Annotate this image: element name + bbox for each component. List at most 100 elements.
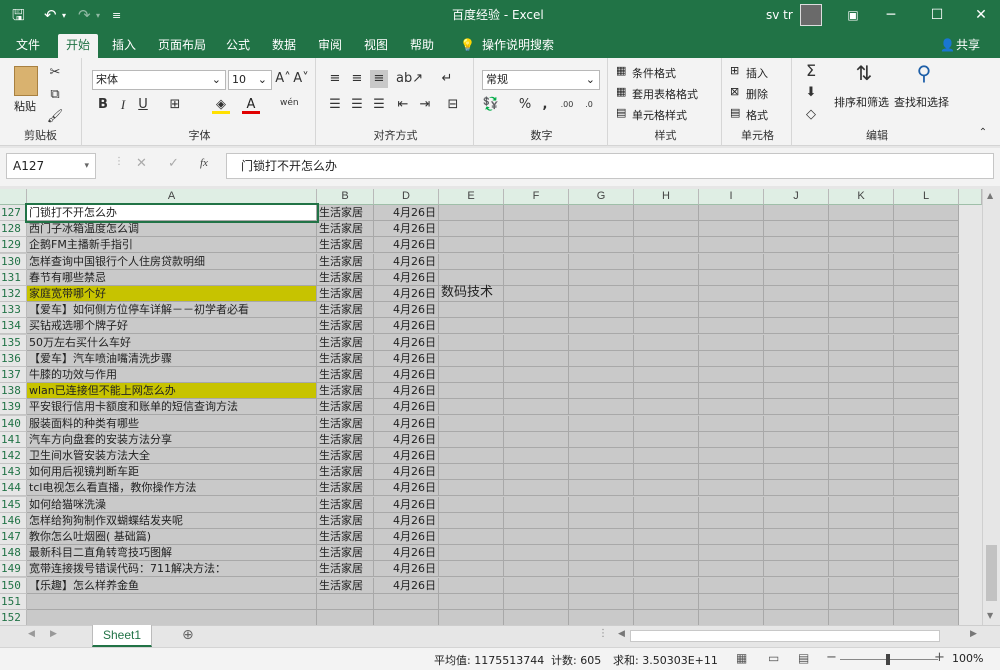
table-cell[interactable] bbox=[439, 529, 504, 545]
table-cell[interactable] bbox=[569, 383, 634, 400]
table-cell[interactable] bbox=[699, 334, 764, 351]
table-cell[interactable] bbox=[829, 431, 894, 448]
zoom-slider-thumb[interactable] bbox=[886, 654, 890, 665]
row-header[interactable]: 132 bbox=[0, 286, 27, 302]
row-header[interactable]: 144 bbox=[0, 480, 27, 497]
table-cell[interactable]: 最新科目二直角转弯技巧图解 bbox=[27, 545, 317, 562]
table-cell[interactable] bbox=[504, 415, 569, 432]
align-left-icon[interactable]: ☰ bbox=[326, 96, 344, 114]
conditional-format-icon[interactable]: ▦ bbox=[616, 64, 626, 77]
comma-icon[interactable]: , bbox=[536, 96, 554, 114]
row-header[interactable]: 135 bbox=[0, 334, 27, 351]
table-cell[interactable] bbox=[569, 593, 634, 610]
row-header[interactable]: 137 bbox=[0, 367, 27, 383]
table-cell[interactable]: 4月26日 bbox=[374, 529, 439, 545]
table-cell[interactable] bbox=[634, 269, 699, 286]
table-cell[interactable] bbox=[699, 205, 764, 221]
table-cell[interactable] bbox=[439, 610, 504, 625]
table-cell[interactable] bbox=[894, 269, 959, 286]
table-cell[interactable] bbox=[504, 367, 569, 383]
table-cell[interactable] bbox=[829, 334, 894, 351]
table-cell[interactable] bbox=[894, 350, 959, 367]
table-cell[interactable]: 生活家居 bbox=[317, 237, 374, 254]
table-cell[interactable] bbox=[699, 269, 764, 286]
table-cell[interactable] bbox=[764, 610, 829, 625]
table-cell[interactable] bbox=[894, 221, 959, 238]
table-cell[interactable] bbox=[569, 399, 634, 416]
sort-filter-icon[interactable]: ⇅ bbox=[850, 63, 878, 92]
row-header[interactable]: 140 bbox=[0, 415, 27, 432]
avatar[interactable] bbox=[800, 4, 822, 26]
cell-styles-icon[interactable]: ▤ bbox=[616, 106, 626, 119]
table-cell[interactable] bbox=[504, 464, 569, 481]
table-cell[interactable] bbox=[894, 334, 959, 351]
table-cell[interactable] bbox=[634, 350, 699, 367]
row-header[interactable]: 148 bbox=[0, 545, 27, 562]
table-cell[interactable] bbox=[764, 496, 829, 513]
table-cell[interactable] bbox=[634, 415, 699, 432]
row-header[interactable]: 133 bbox=[0, 302, 27, 319]
font-color-icon[interactable]: A bbox=[242, 96, 260, 114]
vertical-scroll-thumb[interactable] bbox=[986, 545, 997, 601]
table-cell[interactable]: 生活家居 bbox=[317, 577, 374, 594]
table-cell[interactable]: 宽带连接拨号错误代码：711解决方法： bbox=[27, 561, 317, 578]
redo-icon[interactable]: ↷ bbox=[78, 0, 91, 31]
format-table-button[interactable]: 套用表格格式 bbox=[632, 86, 698, 102]
table-cell[interactable] bbox=[634, 464, 699, 481]
table-cell[interactable] bbox=[634, 237, 699, 254]
table-cell[interactable]: 生活家居 bbox=[317, 529, 374, 545]
table-cell[interactable]: 门锁打不开怎么办 bbox=[25, 203, 319, 223]
table-cell[interactable]: 生活家居 bbox=[317, 367, 374, 383]
table-cell[interactable] bbox=[764, 286, 829, 302]
table-cell[interactable] bbox=[569, 350, 634, 367]
table-cell[interactable] bbox=[504, 561, 569, 578]
row-header[interactable]: 143 bbox=[0, 464, 27, 481]
bold-button[interactable]: B bbox=[94, 96, 112, 114]
table-cell[interactable]: 生活家居 bbox=[317, 464, 374, 481]
format-cells-icon[interactable]: ▤ bbox=[730, 106, 740, 119]
name-box[interactable]: A127 ▾ bbox=[6, 153, 96, 179]
table-cell[interactable] bbox=[699, 480, 764, 497]
table-cell[interactable] bbox=[894, 205, 959, 221]
table-cell[interactable]: 4月26日 bbox=[374, 561, 439, 578]
table-cell[interactable]: 生活家居 bbox=[317, 350, 374, 367]
table-cell[interactable] bbox=[439, 593, 504, 610]
table-cell[interactable]: 牛膝的功效与作用 bbox=[27, 367, 317, 383]
table-cell[interactable] bbox=[764, 221, 829, 238]
table-cell[interactable] bbox=[439, 399, 504, 416]
table-cell[interactable]: 教你怎么吐烟圈( 基础篇) bbox=[27, 529, 317, 545]
table-cell[interactable] bbox=[504, 610, 569, 625]
conditional-format-button[interactable]: 条件格式 bbox=[632, 65, 676, 81]
table-cell[interactable] bbox=[569, 253, 634, 270]
table-cell[interactable] bbox=[439, 302, 504, 319]
table-cell[interactable] bbox=[829, 269, 894, 286]
table-cell[interactable]: 买钻戒选哪个牌子好 bbox=[27, 318, 317, 335]
table-cell[interactable] bbox=[699, 448, 764, 464]
tab-page-layout[interactable]: 页面布局 bbox=[150, 34, 214, 58]
table-cell[interactable] bbox=[764, 577, 829, 594]
table-cell[interactable] bbox=[764, 512, 829, 529]
column-header[interactable]: B bbox=[317, 189, 374, 205]
table-cell[interactable] bbox=[829, 529, 894, 545]
table-cell[interactable] bbox=[699, 561, 764, 578]
page-break-view-icon[interactable]: ▤ bbox=[798, 651, 809, 665]
table-cell[interactable] bbox=[634, 286, 699, 302]
table-cell[interactable]: 生活家居 bbox=[317, 431, 374, 448]
table-cell[interactable] bbox=[764, 464, 829, 481]
page-layout-view-icon[interactable]: ▭ bbox=[768, 651, 779, 665]
split-handle-icon[interactable]: ⋮ bbox=[598, 628, 608, 639]
copy-icon[interactable]: ⧉ bbox=[46, 86, 64, 104]
table-cell[interactable]: 【爱车】如何侧方位停车详解－－初学者必看 bbox=[27, 302, 317, 319]
table-cell[interactable] bbox=[439, 350, 504, 367]
table-cell[interactable]: 生活家居 bbox=[317, 480, 374, 497]
align-center-icon[interactable]: ☰ bbox=[348, 96, 366, 114]
table-cell[interactable] bbox=[569, 237, 634, 254]
prev-sheet-icon[interactable]: ◀ bbox=[28, 629, 35, 639]
table-cell[interactable] bbox=[27, 610, 317, 625]
table-cell[interactable] bbox=[439, 205, 504, 221]
table-cell[interactable] bbox=[894, 431, 959, 448]
table-cell[interactable] bbox=[504, 253, 569, 270]
row-header[interactable]: 128 bbox=[0, 221, 27, 238]
table-cell[interactable]: 4月26日 bbox=[374, 399, 439, 416]
table-cell[interactable]: 4月26日 bbox=[374, 205, 439, 221]
